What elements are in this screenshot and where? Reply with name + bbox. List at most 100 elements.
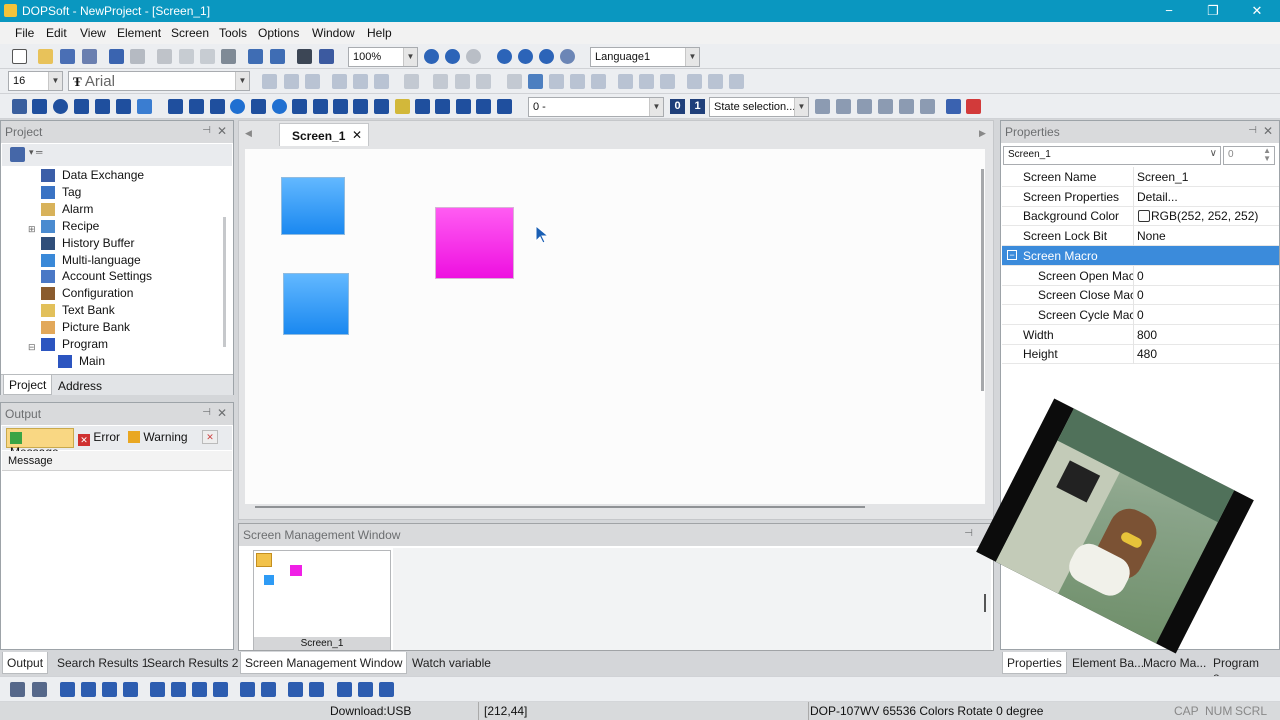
property-value[interactable]: None: [1137, 229, 1166, 243]
font-size-select[interactable]: 16 ▼: [8, 71, 63, 91]
property-value[interactable]: 800: [1137, 328, 1157, 342]
menu-help[interactable]: Help: [367, 26, 392, 40]
expand-recipe-icon[interactable]: ⊞: [28, 224, 36, 235]
find-icon[interactable]: [221, 49, 236, 64]
tab-output[interactable]: Output: [2, 652, 49, 674]
text-top-icon[interactable]: [332, 74, 347, 89]
clear-output-icon[interactable]: ✕: [202, 430, 218, 444]
minimize-button[interactable]: −: [1146, 1, 1192, 21]
font-shrink-icon[interactable]: [305, 74, 320, 89]
numeric-tool-icon[interactable]: [292, 99, 307, 114]
indicator-tool-icon[interactable]: [210, 99, 225, 114]
flip-icon[interactable]: [539, 49, 554, 64]
state-0-button[interactable]: 0: [670, 99, 685, 114]
menu-view[interactable]: View: [80, 26, 106, 40]
font-name-select[interactable]: Ŧ Arial ▼: [68, 71, 250, 91]
bold-icon[interactable]: [433, 74, 448, 89]
distribute-icon[interactable]: [618, 74, 633, 89]
align-vcenter-icon[interactable]: [213, 682, 228, 697]
collapse-program-icon[interactable]: ⊟: [28, 342, 36, 353]
property-value[interactable]: Detail...: [1137, 190, 1178, 204]
align-hcenter-icon[interactable]: [171, 682, 186, 697]
tab-element-bank[interactable]: Element Ba...: [1068, 652, 1148, 674]
save-all-icon[interactable]: [82, 49, 97, 64]
property-row[interactable]: Background Color RGB(252, 252, 252): [1002, 206, 1279, 227]
alarm-tool-icon[interactable]: [395, 99, 410, 114]
keypad-tool-icon[interactable]: [415, 99, 430, 114]
italic-icon[interactable]: [455, 74, 470, 89]
pin-icon[interactable]: ⊣: [202, 407, 211, 418]
zoom-in-icon[interactable]: [424, 49, 439, 64]
tab-address[interactable]: Address: [53, 375, 107, 395]
tab-scroll-left-icon[interactable]: ◀: [245, 128, 252, 139]
property-row[interactable]: Screen Lock Bit None: [1002, 226, 1279, 247]
link-icon[interactable]: [507, 74, 522, 89]
property-value[interactable]: 0: [1137, 269, 1144, 283]
close-button[interactable]: ✕: [1234, 1, 1280, 21]
next-element-icon[interactable]: [857, 99, 872, 114]
property-row[interactable]: Screen Name Screen_1: [1002, 167, 1279, 187]
same-height-icon[interactable]: [261, 682, 276, 697]
close-tab-icon[interactable]: ✕: [352, 128, 362, 142]
element-list-icon[interactable]: [815, 99, 830, 114]
screen-copy-icon[interactable]: [270, 49, 285, 64]
state-value-select[interactable]: 0 - ▼: [528, 97, 664, 117]
prev-element-icon[interactable]: [836, 99, 851, 114]
same-width-icon[interactable]: [240, 682, 255, 697]
tab-watch-variable[interactable]: Watch variable: [408, 652, 495, 674]
distribute-h-icon[interactable]: [639, 74, 654, 89]
menu-element[interactable]: Element: [117, 26, 161, 40]
space-v-icon[interactable]: [309, 682, 324, 697]
table-tool-icon[interactable]: [435, 99, 450, 114]
project-tree-icon[interactable]: [10, 147, 25, 162]
tab-screen-management[interactable]: Screen Management Window: [240, 652, 408, 674]
new-file-icon[interactable]: [12, 49, 27, 64]
property-row[interactable]: Screen Cycle Macr 0: [1002, 304, 1279, 325]
zoom-fit-icon[interactable]: [466, 49, 481, 64]
property-value[interactable]: Screen_1: [1137, 170, 1188, 184]
state-1-button[interactable]: 1: [690, 99, 705, 114]
on-button-tool-icon[interactable]: [168, 99, 183, 114]
open-folder-icon[interactable]: [38, 49, 53, 64]
center-both-icon[interactable]: [379, 682, 394, 697]
bar-tool-icon[interactable]: [313, 99, 328, 114]
maximize-button[interactable]: ❐: [1190, 1, 1236, 21]
export-icon[interactable]: [899, 99, 914, 114]
state-selection-select[interactable]: State selection... ▼: [709, 97, 809, 117]
curve-tool-icon[interactable]: [353, 99, 368, 114]
refresh-icon[interactable]: [560, 49, 575, 64]
compile-icon[interactable]: [920, 99, 935, 114]
screen-macro-group[interactable]: − Screen Macro: [1002, 245, 1279, 266]
grid-snap-icon[interactable]: [10, 682, 25, 697]
align-middle-icon[interactable]: [570, 74, 585, 89]
property-row[interactable]: Screen Open Mac 0: [1002, 265, 1279, 286]
rotate-icon[interactable]: [497, 49, 512, 64]
canvas-v-scrollbar[interactable]: [981, 169, 984, 391]
center-h-icon[interactable]: [337, 682, 352, 697]
order-back-icon[interactable]: [708, 74, 723, 89]
align-icon[interactable]: [528, 74, 543, 89]
line-tool-icon[interactable]: [12, 99, 27, 114]
align-top-icon[interactable]: [192, 682, 207, 697]
download-icon[interactable]: [319, 49, 334, 64]
menu-edit[interactable]: Edit: [46, 26, 67, 40]
object-index-spinner[interactable]: 0 ▲ ▼: [1223, 146, 1275, 165]
canvas-h-scrollbar[interactable]: [255, 506, 865, 508]
paste-icon[interactable]: [200, 49, 215, 64]
layer-up-icon[interactable]: [60, 682, 75, 697]
rectangle-tool-icon[interactable]: [32, 99, 47, 114]
zoom-out-icon[interactable]: [445, 49, 460, 64]
property-value[interactable]: RGB(252, 252, 252): [1137, 209, 1258, 223]
close-icon[interactable]: ✕: [217, 124, 227, 138]
align-center-icon[interactable]: [549, 74, 564, 89]
blue-rect-1[interactable]: [281, 177, 345, 235]
menu-options[interactable]: Options: [258, 26, 299, 40]
text-tool-icon[interactable]: [95, 99, 110, 114]
cut-icon[interactable]: [157, 49, 172, 64]
zoom-select[interactable]: 100% ▼: [348, 47, 418, 67]
copy-icon[interactable]: [179, 49, 194, 64]
undo-icon[interactable]: [109, 49, 124, 64]
collapse-group-icon[interactable]: −: [1007, 249, 1017, 260]
order-front-icon[interactable]: [687, 74, 702, 89]
filter-error[interactable]: ✕ Error: [78, 430, 120, 446]
